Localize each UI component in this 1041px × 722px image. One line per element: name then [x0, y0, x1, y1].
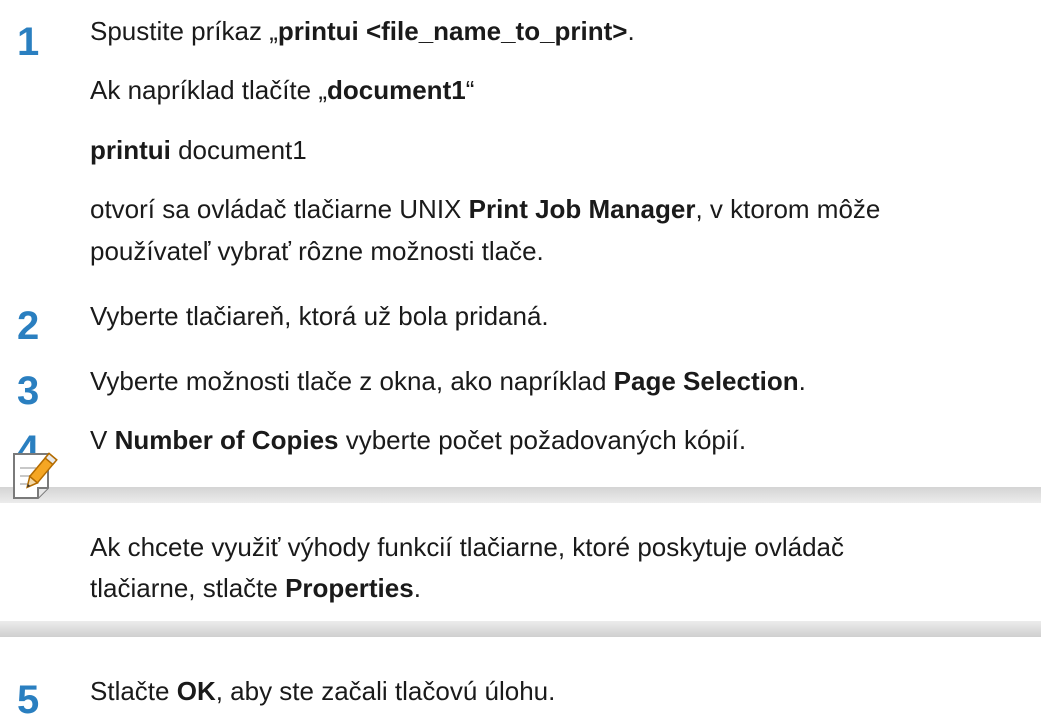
- text-run: otvorí sa ovládač tlačiarne UNIX: [90, 194, 469, 224]
- note-pencil-icon: [4, 448, 60, 504]
- text-run: vyberte počet požadovaných kópií.: [338, 425, 747, 455]
- text-run: .: [798, 366, 806, 396]
- step-3-line-1: Vyberte možnosti tlače z okna, ako naprí…: [90, 366, 806, 396]
- text-run: Spustite príkaz „: [90, 16, 278, 46]
- text-run: Vyberte možnosti tlače z okna, ako naprí…: [90, 366, 614, 396]
- note-top-band: [0, 487, 1041, 503]
- text-run: Stlačte: [90, 676, 177, 706]
- step-1-line-2: Ak napríklad tlačíte „document1“: [90, 75, 474, 105]
- step-number-3: 3: [17, 369, 40, 413]
- note-line-2: tlačiarne, stlačte Properties.: [90, 573, 421, 603]
- text-run: .: [413, 573, 421, 603]
- bold-text: printui <file_name_to_print>: [277, 16, 628, 46]
- step-5-line-1: Stlačte OK, aby ste začali tlačovú úlohu…: [90, 676, 555, 706]
- text-run: Ak chcete využiť výhody funkcií tlačiarn…: [90, 532, 844, 562]
- bold-text: OK: [176, 676, 216, 706]
- step-number-1: 1: [17, 20, 40, 64]
- note-line-1: Ak chcete využiť výhody funkcií tlačiarn…: [90, 532, 844, 562]
- step-1-line-4: otvorí sa ovládač tlačiarne UNIX Print J…: [90, 194, 880, 224]
- text-run: Vyberte tlačiareň, ktorá už bola pridaná…: [90, 301, 549, 331]
- bold-text: Page Selection: [613, 366, 799, 396]
- text-run: , aby ste začali tlačovú úlohu.: [215, 676, 556, 706]
- text-run: document1: [170, 135, 307, 165]
- step-4-line-1: V Number of Copies vyberte počet požadov…: [90, 425, 746, 455]
- step-number-2: 2: [17, 304, 40, 348]
- text-run: , v ktorom môže: [695, 194, 881, 224]
- bold-text: Print Job Manager: [468, 194, 696, 224]
- text-run: “: [465, 75, 475, 105]
- step-1-line-5: používateľ vybrať rôzne možnosti tlače.: [90, 236, 544, 266]
- text-run: V: [90, 425, 115, 455]
- bold-text: printui: [90, 135, 171, 165]
- text-run: tlačiarne, stlačte: [90, 573, 286, 603]
- bold-text: document1: [327, 75, 466, 105]
- text-run: Ak napríklad tlačíte „: [90, 75, 327, 105]
- step-2-line-1: Vyberte tlačiareň, ktorá už bola pridaná…: [90, 301, 549, 331]
- step-1-line-1: Spustite príkaz „printui <file_name_to_p…: [90, 16, 635, 46]
- text-run: .: [627, 16, 635, 46]
- bold-text: Properties: [285, 573, 414, 603]
- step-number-5: 5: [17, 678, 40, 722]
- note-bottom-band: [0, 621, 1041, 637]
- step-1-line-3: printui document1: [90, 135, 307, 165]
- text-run: používateľ vybrať rôzne možnosti tlače.: [90, 236, 544, 266]
- bold-text: Number of Copies: [114, 425, 339, 455]
